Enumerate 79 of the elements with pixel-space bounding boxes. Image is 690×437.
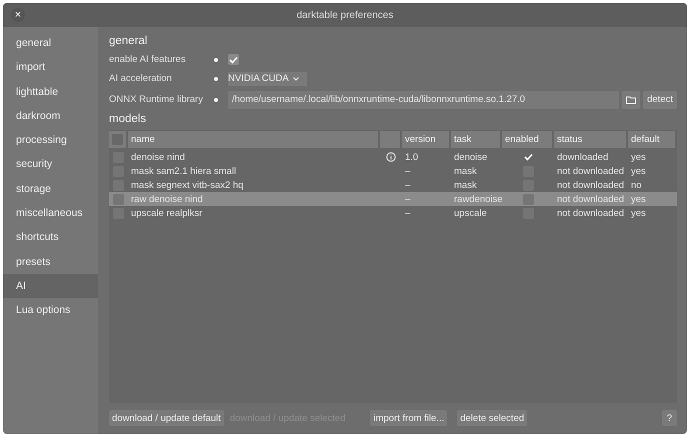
action-button[interactable]: import from file... bbox=[370, 410, 448, 426]
table-row[interactable]: mask segnext vitb-sax2 hq – mask not downloaded no bbox=[109, 178, 677, 192]
setting-label: AI acceleration bbox=[109, 73, 173, 84]
table-cell-text: not downloaded bbox=[556, 180, 626, 190]
checkbox[interactable] bbox=[522, 180, 534, 190]
table-cell-text: denoise nind bbox=[130, 152, 186, 162]
checkbox[interactable] bbox=[228, 54, 239, 65]
table-cell-text: – bbox=[404, 208, 412, 218]
bullet-icon bbox=[214, 98, 218, 102]
sidebar-item[interactable]: miscellaneous bbox=[3, 201, 98, 226]
setting-label: enable AI features bbox=[109, 54, 187, 65]
checkbox[interactable] bbox=[522, 194, 534, 204]
table-cell-text: – bbox=[404, 194, 412, 204]
table-cell-text: no bbox=[630, 180, 643, 190]
table-cell-text: 1.0 bbox=[404, 152, 420, 162]
column-header[interactable]: name bbox=[128, 131, 378, 148]
table-cell-text: rawdenoise bbox=[453, 194, 502, 204]
folder-button[interactable] bbox=[622, 90, 640, 108]
checkbox[interactable] bbox=[113, 194, 124, 204]
table-cell-text: not downloaded bbox=[556, 194, 626, 204]
check-icon bbox=[229, 56, 238, 64]
table-row[interactable]: mask sam2.1 hiera small – mask not downloaded yes bbox=[109, 164, 677, 178]
checkbox[interactable] bbox=[113, 180, 124, 190]
bullet-icon bbox=[214, 76, 218, 80]
section-heading: models bbox=[109, 113, 148, 125]
table-cell-text: – bbox=[404, 166, 412, 176]
sidebar-item[interactable]: Lua options bbox=[3, 298, 98, 323]
sidebar-item[interactable]: storage bbox=[3, 176, 98, 202]
checkbox[interactable] bbox=[522, 208, 534, 218]
checkbox[interactable] bbox=[522, 152, 534, 162]
column-header[interactable]: enabled bbox=[502, 131, 552, 148]
table-cell-text: – bbox=[404, 180, 412, 190]
action-button[interactable]: delete selected bbox=[457, 410, 528, 426]
help-button[interactable]: ? bbox=[662, 410, 677, 426]
sidebar-item[interactable]: AI bbox=[3, 274, 98, 298]
table-cell-text: yes bbox=[630, 152, 647, 162]
table-cell-text: mask sam2.1 hiera small bbox=[130, 166, 238, 176]
table-cell-text: yes bbox=[630, 194, 647, 204]
sidebar-item[interactable]: darkroom bbox=[3, 104, 98, 128]
table-cell-text: mask bbox=[453, 166, 478, 176]
table-cell-text: yes bbox=[630, 208, 647, 218]
table-row[interactable]: upscale realplksr – upscale not downloaded yes bbox=[109, 206, 677, 220]
window-title: darktable preferences bbox=[296, 10, 394, 20]
table-row[interactable]: denoise nind 1.0 denoise downloaded yes bbox=[109, 150, 677, 164]
caret-icon bbox=[292, 76, 299, 80]
table-cell-text: denoise bbox=[453, 152, 488, 162]
table-cell-text: yes bbox=[630, 166, 647, 176]
acceleration-dropdown[interactable]: NVIDIA CUDA bbox=[228, 72, 307, 86]
table-cell-text: downloaded bbox=[556, 152, 610, 162]
sidebar-item[interactable]: import bbox=[3, 55, 98, 80]
table-cell-text: not downloaded bbox=[556, 166, 626, 176]
column-header[interactable]: task bbox=[451, 131, 500, 148]
table-cell-text: upscale bbox=[453, 208, 488, 218]
sidebar-item[interactable]: processing bbox=[3, 128, 98, 152]
sidebar-item[interactable]: general bbox=[3, 31, 98, 56]
bullet-icon bbox=[214, 58, 218, 62]
sidebar-item[interactable]: shortcuts bbox=[3, 225, 98, 250]
column-header[interactable]: default bbox=[628, 131, 675, 148]
info-icon[interactable] bbox=[386, 152, 396, 162]
checkbox[interactable] bbox=[113, 208, 124, 218]
column-header[interactable]: status bbox=[554, 131, 626, 148]
sidebar-item[interactable]: presets bbox=[3, 250, 98, 274]
table-cell-text: upscale realplksr bbox=[130, 208, 204, 218]
table-cell-text: mask bbox=[453, 180, 478, 190]
close-button[interactable]: × bbox=[11, 8, 25, 22]
table-cell-text: mask segnext vitb-sax2 hq bbox=[130, 180, 244, 190]
sidebar-item[interactable]: lighttable bbox=[3, 80, 98, 104]
table-cell-text: raw denoise nind bbox=[130, 194, 204, 204]
path-field[interactable]: /home/username/.local/lib/onnxruntime-cuda/libonnxruntime.so.1.27.0 bbox=[228, 90, 620, 108]
check-icon bbox=[524, 153, 532, 161]
sidebar-item[interactable]: security bbox=[3, 152, 98, 177]
folder-icon bbox=[626, 96, 636, 104]
section-heading: general bbox=[109, 35, 148, 47]
table-cell-text: not downloaded bbox=[556, 208, 626, 218]
action-button[interactable]: download / update default bbox=[109, 410, 224, 426]
detect-button[interactable]: detect bbox=[643, 90, 677, 108]
setting-label: ONNX Runtime library bbox=[109, 94, 204, 105]
table-row[interactable]: raw denoise nind – rawdenoise not downloaded yes bbox=[109, 192, 677, 206]
column-header[interactable]: version bbox=[402, 131, 449, 148]
